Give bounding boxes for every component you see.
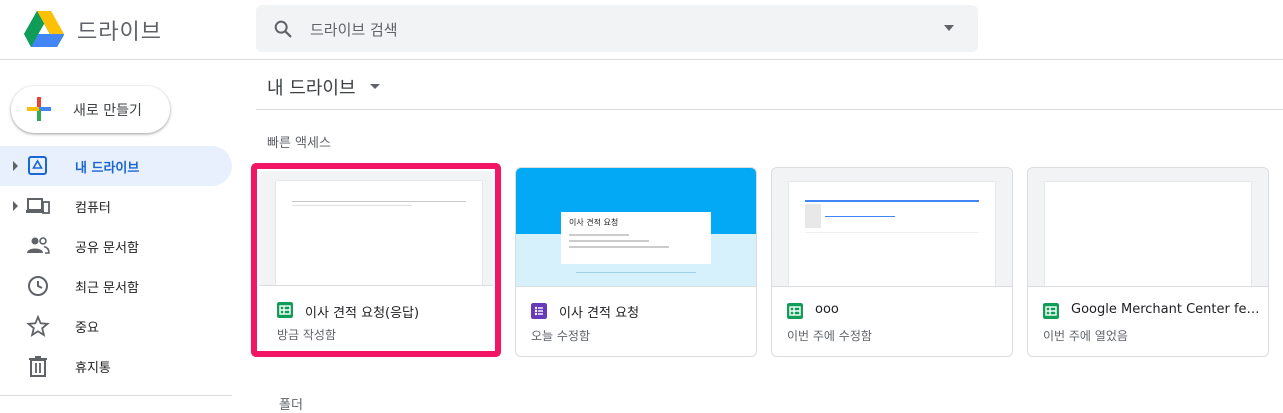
folders-title: 폴더	[279, 398, 303, 413]
quick-access-title: 빠른 액세스	[267, 136, 331, 151]
sidebar-item-computers[interactable]: 컴퓨터	[0, 186, 232, 226]
file-thumbnail	[772, 168, 1012, 287]
file-thumbnail: 이사 견적 요청	[516, 168, 756, 287]
forms-file-icon	[531, 303, 547, 319]
sidebar-item-label: 최근 문서함	[75, 281, 139, 296]
quick-access-card[interactable]: Google Merchant Center feed... 이번 주에 열었음	[1027, 167, 1269, 357]
sheets-file-icon	[1043, 303, 1059, 319]
expand-arrow-icon[interactable]	[13, 201, 18, 211]
sidebar-item-label: 공유 문서함	[75, 241, 139, 256]
sidebar-item-label: 중요	[75, 321, 99, 336]
new-button[interactable]: 새로 만들기	[11, 86, 170, 133]
file-activity: 이번 주에 열었음	[1043, 329, 1128, 343]
file-activity: 이번 주에 수정함	[787, 329, 872, 343]
main-divider	[256, 109, 1283, 110]
star-icon	[26, 315, 50, 337]
sidebar-item-recent[interactable]: 최근 문서함	[0, 266, 232, 306]
my-drive-icon	[28, 156, 47, 175]
computer-icon	[26, 198, 50, 214]
selection-highlight	[251, 163, 501, 357]
quick-access-card[interactable]: 이사 견적 요청 이사 견적 요청 오늘 수정함	[515, 167, 757, 357]
quick-access-card[interactable]: ooo 이번 주에 수정함	[771, 167, 1013, 357]
search-bar[interactable]	[256, 5, 978, 52]
top-bar: 드라이브	[0, 0, 1283, 60]
sheet-preview	[1045, 182, 1251, 286]
sheets-file-icon	[787, 303, 803, 319]
trash-icon	[29, 356, 47, 377]
breadcrumb[interactable]: 내 드라이브	[267, 74, 356, 100]
new-button-label: 새로 만들기	[73, 103, 142, 119]
sidebar-item-my-drive[interactable]: 내 드라이브	[0, 146, 232, 186]
form-preview-card: 이사 견적 요청	[561, 210, 711, 264]
app-title[interactable]: 드라이브	[77, 14, 162, 46]
sidebar-divider	[0, 395, 232, 396]
plus-icon	[27, 97, 51, 121]
people-icon	[27, 237, 50, 254]
sheet-preview	[789, 182, 995, 286]
form-preview-title: 이사 견적 요청	[569, 218, 619, 227]
drive-logo-icon[interactable]	[24, 11, 64, 47]
file-name: 이사 견적 요청	[559, 306, 640, 321]
search-options-dropdown-icon[interactable]	[944, 25, 954, 31]
sidebar-item-label: 휴지통	[75, 361, 111, 376]
clock-icon	[28, 276, 48, 296]
file-name: ooo	[815, 302, 839, 317]
file-activity: 오늘 수정함	[531, 329, 591, 343]
file-thumbnail	[1028, 168, 1268, 287]
file-name: Google Merchant Center feed...	[1071, 302, 1261, 317]
sidebar-item-label: 내 드라이브	[75, 161, 140, 176]
sidebar-item-trash[interactable]: 휴지통	[0, 346, 232, 386]
sidebar-item-shared[interactable]: 공유 문서함	[0, 226, 232, 266]
search-input[interactable]	[308, 15, 912, 45]
sidebar-item-label: 컴퓨터	[75, 201, 111, 216]
sidebar-item-starred[interactable]: 중요	[0, 306, 232, 346]
expand-arrow-icon[interactable]	[13, 161, 18, 171]
search-icon[interactable]	[272, 18, 294, 40]
chevron-down-icon[interactable]	[370, 84, 380, 89]
sidebar-nav: 내 드라이브 컴퓨터 공유 문서함 최근 문서함 중요 휴지통	[0, 146, 232, 386]
